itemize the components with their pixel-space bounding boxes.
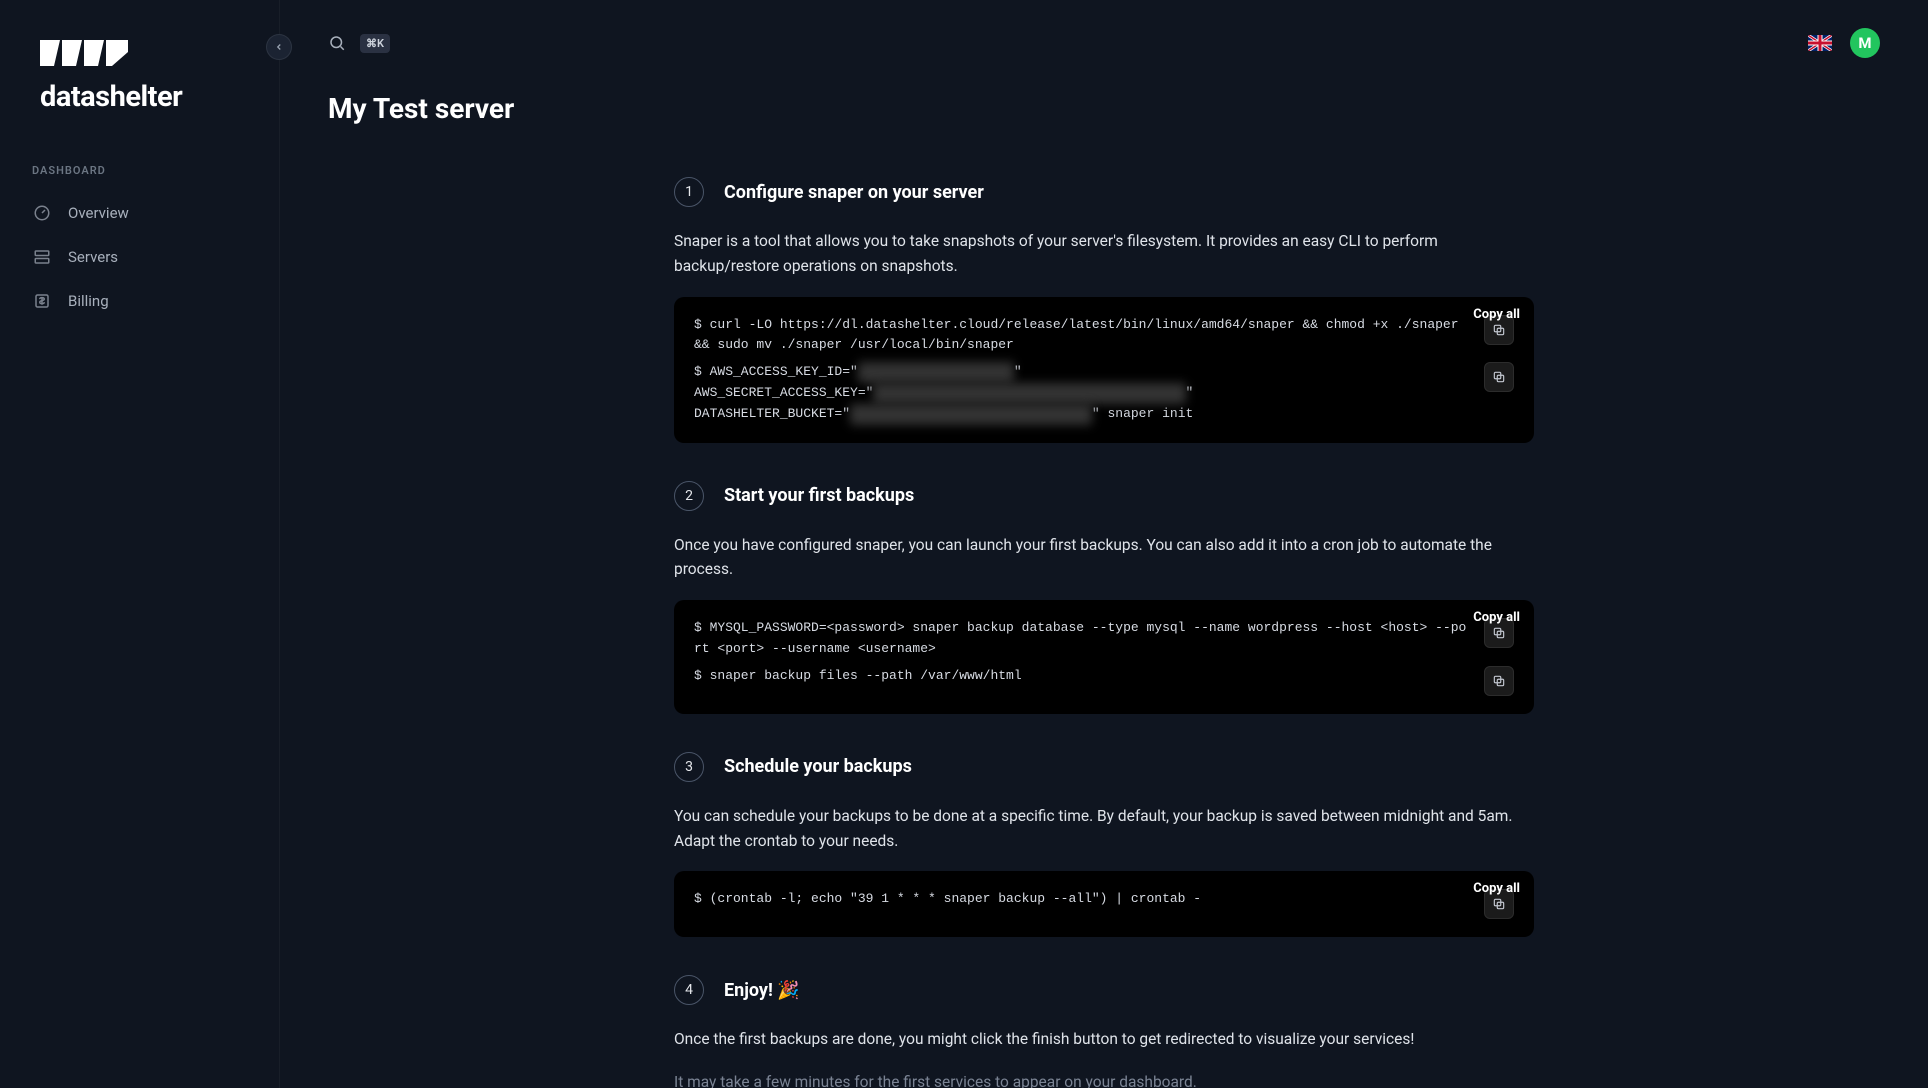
logo-icon [40, 40, 128, 66]
sidebar-item-label: Billing [68, 292, 109, 310]
command-row: $ curl -LO https://dl.datashelter.cloud/… [694, 315, 1514, 357]
sidebar-item-servers[interactable]: Servers [0, 235, 279, 279]
command-text: $ (crontab -l; echo "39 1 * * * snaper b… [694, 889, 1470, 910]
copy-all-button[interactable]: Copy all [1473, 305, 1520, 326]
sidebar-section-label: DASHBOARD [0, 164, 279, 191]
copy-command-button[interactable] [1484, 362, 1514, 392]
copy-all-button[interactable]: Copy all [1473, 608, 1520, 629]
step-header: 2 Start your first backups [674, 481, 1534, 511]
step-description: Snaper is a tool that allows you to take… [674, 229, 1534, 279]
copy-all-button[interactable]: Copy all [1473, 879, 1520, 900]
main-panel: ⌘K M My Test server 1 Configure snaper on… [280, 0, 1928, 1088]
sidebar-item-label: Overview [68, 204, 129, 222]
masked-secret: XXXXXXXXXXXXXXXXXXXX [858, 362, 1014, 383]
code-block: Copy all$ MYSQL_PASSWORD=<password> snap… [674, 600, 1534, 714]
page-title: My Test server [328, 92, 1880, 125]
topbar: ⌘K M [328, 28, 1880, 58]
command-text: $ snaper backup files --path /var/www/ht… [694, 666, 1470, 687]
step-title: Schedule your backups [724, 756, 912, 777]
command-row: $ (crontab -l; echo "39 1 * * * snaper b… [694, 889, 1514, 919]
masked-secret: xxxxxxxxxxxxxxxxxxxxxxxxxxxxxxxxxxxxxxxx [873, 383, 1185, 404]
step-note: It may take a few minutes for the first … [674, 1070, 1534, 1088]
code-block: Copy all$ curl -LO https://dl.datashelte… [674, 297, 1534, 443]
brand-logo[interactable]: datashelter [0, 30, 279, 164]
command-row: $ snaper backup files --path /var/www/ht… [694, 666, 1514, 696]
masked-secret: xxxxxxxxxxxxxxxxxxxxxxxxxxxxxxx [850, 404, 1092, 425]
step-header: 1 Configure snaper on your server [674, 177, 1534, 207]
step-number: 3 [674, 752, 704, 782]
search-shortcut[interactable]: ⌘K [360, 34, 390, 53]
command-text: $ AWS_ACCESS_KEY_ID="XXXXXXXXXXXXXXXXXXX… [694, 362, 1470, 424]
command-row: $ MYSQL_PASSWORD=<password> snaper backu… [694, 618, 1514, 660]
command-text: $ MYSQL_PASSWORD=<password> snaper backu… [694, 618, 1470, 660]
sidebar-item-label: Servers [68, 248, 118, 266]
server-icon [32, 247, 52, 267]
step-header: 3 Schedule your backups [674, 752, 1534, 782]
gauge-icon [32, 203, 52, 223]
step-title: Start your first backups [724, 485, 914, 506]
step-title: Configure snaper on your server [724, 182, 984, 203]
step-description: Once you have configured snaper, you can… [674, 533, 1534, 583]
sidebar-item-billing[interactable]: Billing [0, 279, 279, 323]
dollar-icon [32, 291, 52, 311]
command-row: $ AWS_ACCESS_KEY_ID="XXXXXXXXXXXXXXXXXXX… [694, 362, 1514, 424]
brand-name: datashelter [40, 80, 239, 114]
code-block: Copy all$ (crontab -l; echo "39 1 * * * … [674, 871, 1534, 937]
sidebar: datashelter DASHBOARD Overview Servers B… [0, 0, 280, 1088]
step-description: Once the first backups are done, you mig… [674, 1027, 1534, 1052]
step-header: 4 Enjoy! 🎉 [674, 975, 1534, 1005]
command-text: $ curl -LO https://dl.datashelter.cloud/… [694, 315, 1470, 357]
avatar[interactable]: M [1850, 28, 1880, 58]
sidebar-item-overview[interactable]: Overview [0, 191, 279, 235]
step-number: 4 [674, 975, 704, 1005]
step-description: You can schedule your backups to be done… [674, 804, 1534, 854]
copy-command-button[interactable] [1484, 666, 1514, 696]
language-flag-uk[interactable] [1808, 35, 1832, 51]
search-icon[interactable] [328, 34, 346, 52]
step-number: 1 [674, 177, 704, 207]
step-title: Enjoy! 🎉 [724, 980, 800, 1001]
step-number: 2 [674, 481, 704, 511]
